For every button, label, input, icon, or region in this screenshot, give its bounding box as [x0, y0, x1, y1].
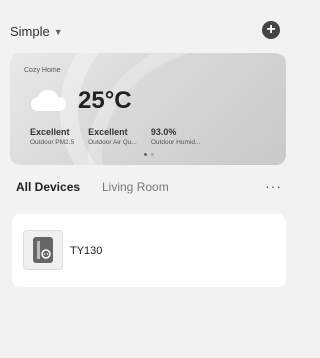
metric-value: Excellent — [88, 127, 128, 137]
metric-label: Outdoor Humid... — [150, 139, 201, 146]
metric-value: Excellent — [30, 127, 70, 137]
metric-value: 93.0% — [150, 127, 177, 137]
smart-plug-icon — [23, 230, 63, 270]
page-indicator — [144, 153, 154, 156]
weather-metrics: Excellent Outdoor PM2.5 Excellent Outdoo… — [30, 127, 214, 146]
add-button[interactable]: + — [262, 21, 280, 39]
metric-label: Outdoor Air Qu... — [88, 139, 137, 146]
more-icon[interactable]: ··· — [265, 178, 282, 194]
device-card[interactable]: TY130 — [12, 214, 286, 287]
weather-card[interactable]: Cozy Home 25°C Excellent Outdoor PM2.5 E… — [10, 53, 286, 165]
page-dot — [151, 153, 154, 156]
cloud-icon — [31, 90, 66, 111]
metric-humidity: 93.0% Outdoor Humid... — [151, 127, 201, 146]
page-dot — [144, 153, 147, 156]
top-bar: Simple ▼ + — [0, 18, 286, 46]
tab-living-room[interactable]: Living Room — [102, 180, 169, 194]
metric-pm25: Excellent Outdoor PM2.5 — [30, 127, 74, 146]
metric-air-quality: Excellent Outdoor Air Qu... — [88, 127, 137, 146]
home-selector-label: Simple — [10, 24, 50, 39]
chevron-down-icon: ▼ — [53, 26, 63, 37]
home-name: Cozy Home — [24, 67, 61, 74]
device-name: TY130 — [70, 245, 103, 257]
metric-label: Outdoor PM2.5 — [30, 139, 75, 146]
room-tabs: All Devices Living Room ··· — [16, 178, 286, 198]
temperature: 25°C — [78, 87, 132, 114]
home-selector[interactable]: Simple ▼ — [10, 24, 63, 39]
tab-all-devices[interactable]: All Devices — [16, 180, 80, 194]
